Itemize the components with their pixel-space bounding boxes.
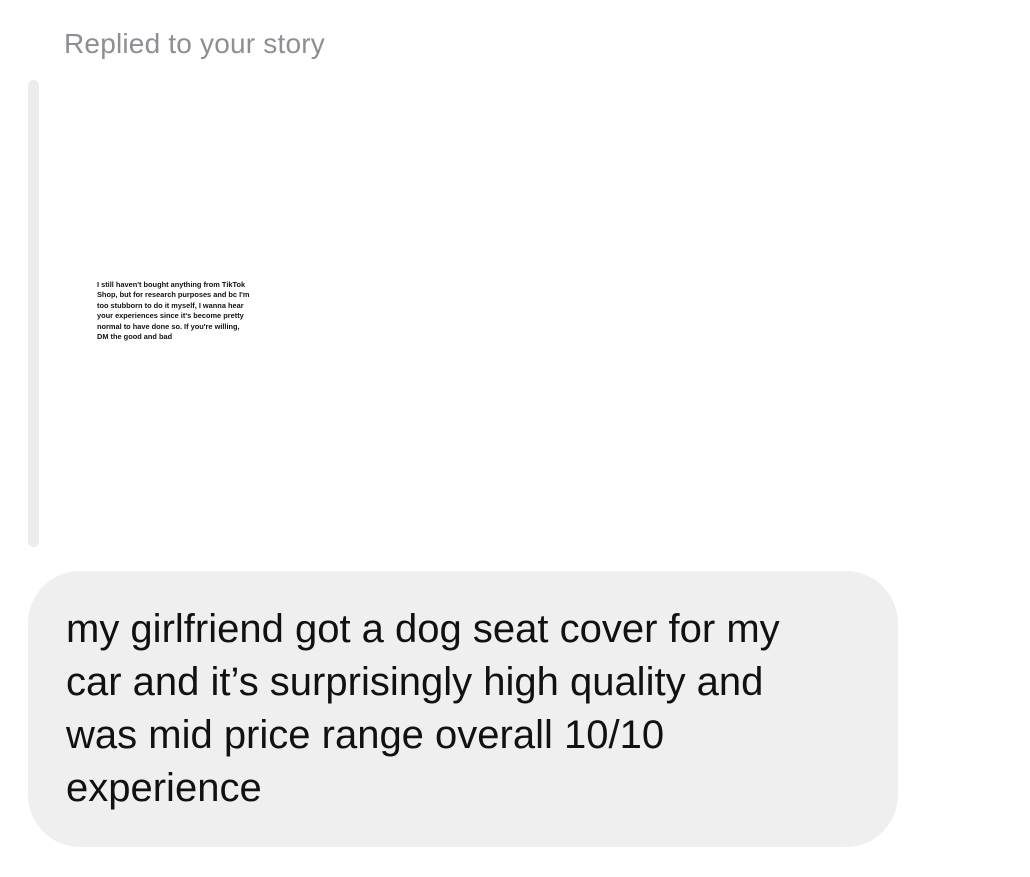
- replied-to-story-label: Replied to your story: [64, 28, 325, 59]
- story-reply-indicator-bar: [28, 80, 39, 547]
- story-preview[interactable]: I still haven't bought anything from Tik…: [52, 80, 332, 547]
- message-bubble[interactable]: my girlfriend got a dog seat cover for m…: [28, 571, 898, 847]
- story-text: I still haven't bought anything from Tik…: [97, 280, 250, 342]
- message-text: my girlfriend got a dog seat cover for m…: [66, 607, 780, 810]
